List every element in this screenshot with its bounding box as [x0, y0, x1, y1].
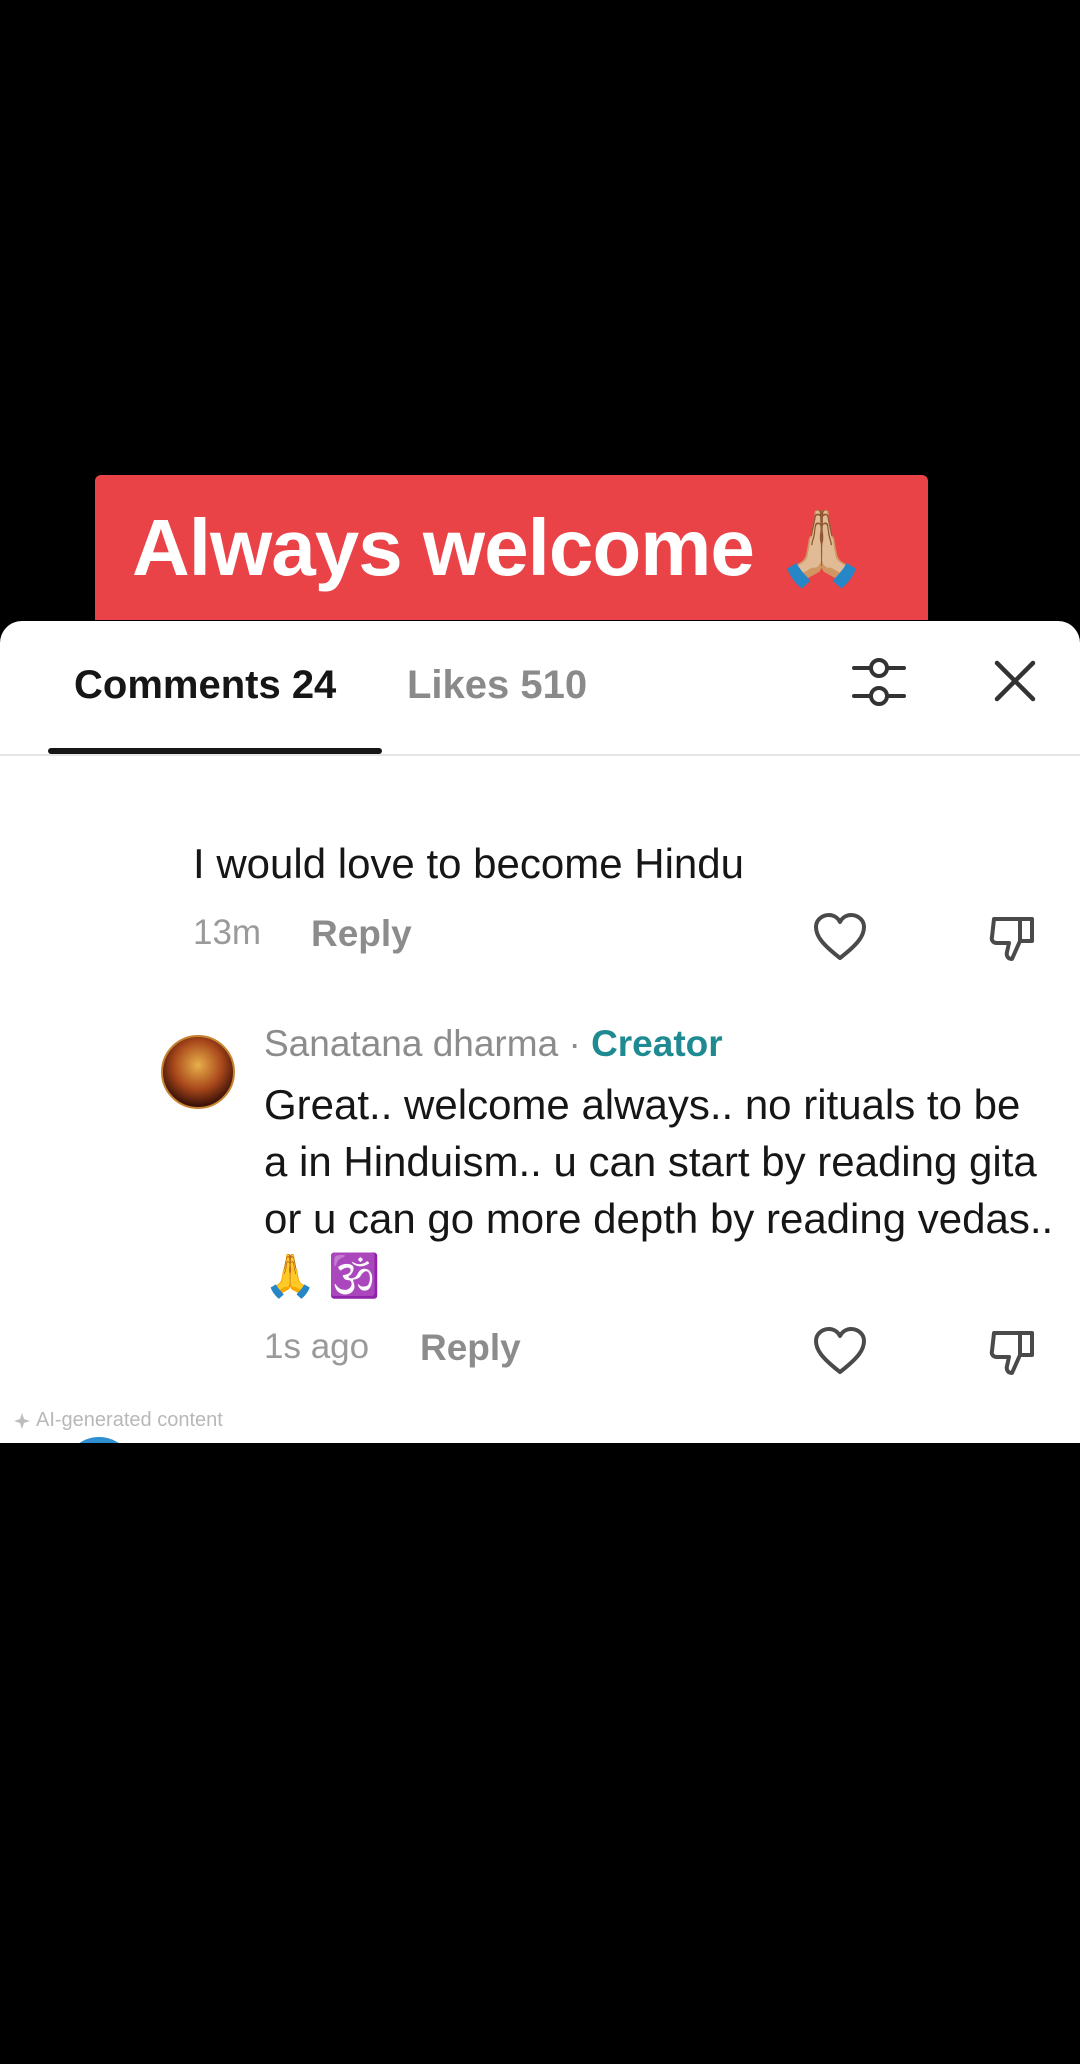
heart-icon[interactable]	[812, 1325, 868, 1377]
comment-text: I would love to become Hindu	[193, 840, 744, 887]
reply-button[interactable]: Reply	[420, 1327, 521, 1369]
thumbs-down-icon[interactable]	[986, 1325, 1040, 1379]
reply-button[interactable]: Reply	[311, 913, 412, 955]
reply-text: Great.. welcome always.. no rituals to b…	[264, 1081, 1054, 1299]
video-stage: Always welcome 🙏🏼 Comments 24 Likes 510	[0, 0, 1080, 2064]
creator-badge: Creator	[591, 1023, 723, 1064]
filter-sliders-icon[interactable]	[848, 651, 910, 713]
praying-hands-emoji: 🙏🏼	[775, 505, 868, 589]
reply-timestamp: 1s ago	[264, 1327, 370, 1366]
caption-banner: Always welcome 🙏🏼	[95, 475, 928, 620]
banner-text: Always welcome	[132, 502, 755, 592]
heart-icon[interactable]	[812, 911, 868, 963]
tab-bar: Comments 24 Likes 510	[0, 621, 1080, 756]
tab-comments[interactable]: Comments 24	[74, 659, 336, 711]
tab-likes[interactable]: Likes 510	[407, 659, 587, 711]
close-icon[interactable]	[990, 656, 1040, 706]
author-separator: ·	[558, 1023, 592, 1064]
author-name[interactable]: Sanatana dharma	[264, 1023, 558, 1064]
avatar[interactable]	[161, 1035, 235, 1109]
avatar[interactable]	[64, 1437, 134, 1443]
comment-timestamp: 13m	[193, 913, 262, 952]
thumbs-down-icon[interactable]	[986, 911, 1040, 965]
ai-generated-label: AI-generated content	[12, 1409, 223, 1432]
comments-panel: Comments 24 Likes 510 I would love to be…	[0, 621, 1080, 1443]
active-tab-indicator	[48, 748, 382, 754]
ai-label-text: AI-generated content	[36, 1409, 223, 1431]
sparkle-icon	[14, 1412, 30, 1429]
reply-author-line: Sanatana dharma · Creator	[264, 1023, 723, 1065]
